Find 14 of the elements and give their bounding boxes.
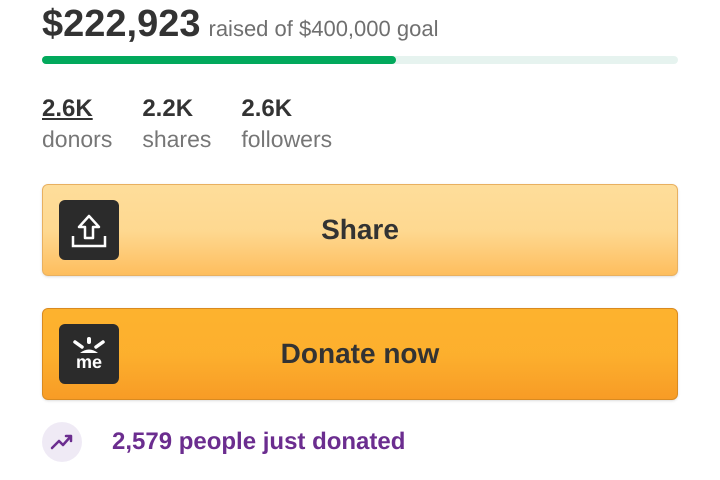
share-icon	[59, 200, 119, 260]
goal-text: raised of $400,000 goal	[208, 15, 438, 43]
trend-icon	[42, 422, 82, 462]
raised-amount: $222,923	[42, 2, 200, 46]
stat-value[interactable]: 2.6K	[42, 94, 112, 124]
stat-value: 2.2K	[142, 94, 194, 124]
stat-value: 2.6K	[241, 94, 294, 124]
share-button[interactable]: Share	[42, 184, 678, 276]
stat-label: shares	[142, 125, 212, 154]
stat-label: donors	[42, 125, 112, 154]
stat-label: followers	[241, 125, 332, 154]
donate-button[interactable]: me Donate now	[42, 308, 678, 400]
donation-activity-text: 2,579 people just donated	[112, 427, 406, 457]
logo-icon: me	[59, 324, 119, 384]
